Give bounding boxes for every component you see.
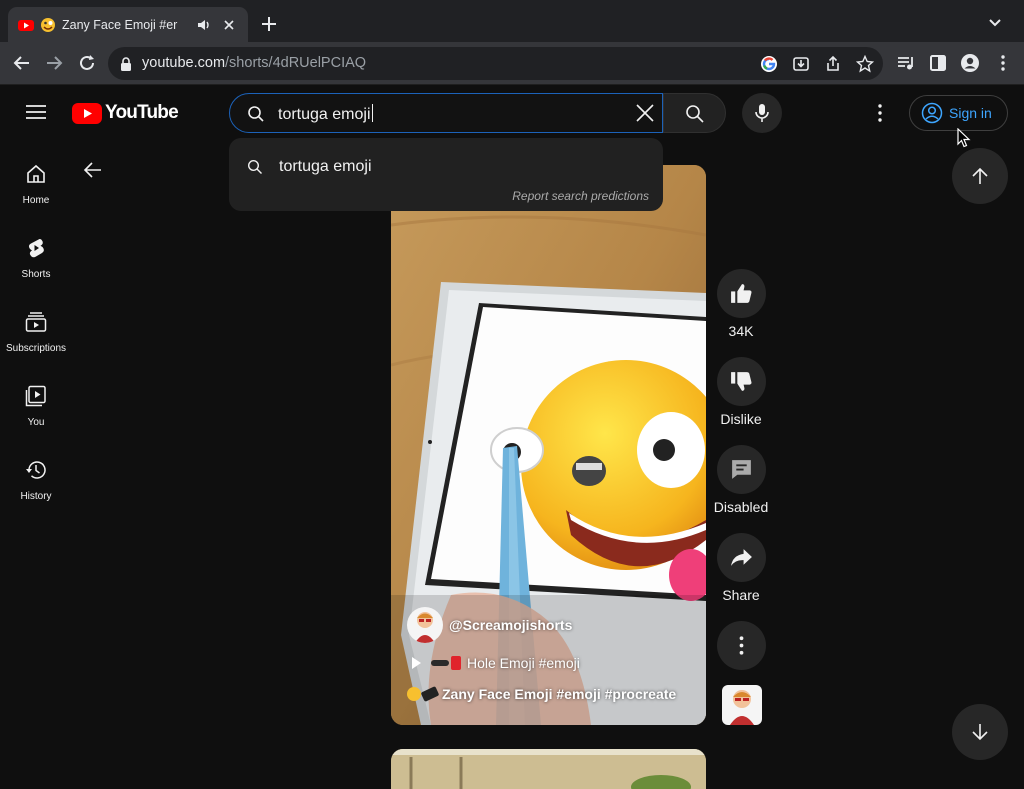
sidebar-item-label: Home [22,195,50,206]
arrow-up-icon [972,167,988,184]
sidebar-item-history[interactable]: History [0,459,72,519]
search-input-value: tortuga emoji [278,104,373,123]
forward-icon[interactable] [44,53,64,73]
report-predictions-link[interactable]: Report search predictions [512,189,649,203]
url-text: youtube.com/shorts/4dRUelPCIAQ [142,55,367,71]
short-title-text: Zany Face Emoji #emoji #procreate [442,686,677,702]
dislike-label: Dislike [720,411,762,427]
lock-icon[interactable] [120,57,132,71]
channel-avatar[interactable] [407,607,443,643]
more-actions-button[interactable] [717,621,766,670]
browser-tabstrip: Zany Face Emoji #er [0,0,1024,42]
arrow-down-icon [972,724,988,741]
sidebar-item-you[interactable]: You [0,385,72,445]
channel-name[interactable]: @Screamojishorts [449,617,572,633]
sidebar-item-label: Subscriptions [5,343,67,354]
search-icon [248,106,264,122]
browser-tab[interactable]: Zany Face Emoji #er [8,7,248,42]
clear-search-icon[interactable] [634,102,656,124]
sidebar-item-subscriptions[interactable]: Subscriptions [0,311,72,371]
audio-playing-icon[interactable] [196,17,212,33]
browser-menu-icon[interactable] [993,53,1013,73]
you-icon [25,385,46,407]
youtube-favicon-icon [18,19,34,31]
thumbs-down-icon [731,372,752,391]
next-video-frame-image [391,749,706,789]
youtube-logo[interactable]: YouTube [72,102,179,124]
sidebar-item-label: You [27,417,45,428]
suggestion-text: tortuga emoji [279,158,372,175]
comments-button[interactable] [717,445,766,494]
address-bar[interactable]: youtube.com/shorts/4dRUelPCIAQ [108,47,883,80]
history-icon [26,461,46,479]
sound-channel-thumbnail[interactable] [722,685,762,725]
share-button[interactable] [717,533,766,582]
settings-more-icon[interactable] [870,103,890,123]
bookmark-star-icon[interactable] [856,55,874,73]
sidebar-item-label: Shorts [21,269,51,280]
search-icon [247,159,262,174]
back-arrow-icon[interactable] [82,159,104,181]
previous-short-button[interactable] [952,148,1008,204]
paintbrush-emoji-icon [420,686,440,702]
avatar-icon [730,690,754,725]
playlist-link[interactable]: Hole Emoji #emoji [409,655,580,671]
hamburger-menu-icon[interactable] [26,104,46,120]
avatar-icon [415,612,435,643]
hole-emoji-icon [431,660,449,666]
search-icon [686,105,704,123]
zany-face-emoji-icon [407,687,421,701]
voice-search-button[interactable] [742,93,782,133]
new-tab-icon[interactable] [260,15,278,33]
microphone-icon [755,104,769,122]
thumbs-up-icon [731,284,752,303]
search-suggestions-dropdown: tortuga emoji Report search predictions [229,138,663,211]
short-video-player[interactable]: @Screamojishorts Hole Emoji #emoji Zany … [391,165,706,725]
mouse-cursor-icon [957,128,971,148]
google-icon[interactable] [760,55,778,73]
subscriptions-icon [25,312,47,332]
short-title: Zany Face Emoji #emoji #procreate [407,686,676,702]
tab-title: Zany Face Emoji #er [62,17,178,32]
install-app-icon[interactable] [792,55,810,73]
playlist-title: Hole Emoji #emoji [467,655,580,671]
reload-icon[interactable] [77,53,97,73]
sidebar-item-label: History [20,491,52,502]
sign-in-button[interactable]: Sign in [909,95,1008,131]
next-short-preview[interactable] [391,749,706,789]
profile-icon[interactable] [960,53,980,73]
dislike-button[interactable] [717,357,766,406]
search-input[interactable]: tortuga emoji [229,93,663,133]
zany-emoji-icon [41,17,55,32]
suggestion-item[interactable]: tortuga emoji [229,156,663,180]
shorts-icon [28,238,44,258]
account-icon [921,102,943,124]
comment-icon [732,460,751,479]
share-icon [731,549,752,566]
next-short-button[interactable] [952,704,1008,760]
home-icon [27,164,45,183]
share-label: Share [722,587,760,603]
like-button[interactable] [717,269,766,318]
channel-info[interactable]: @Screamojishorts [407,607,572,643]
media-control-icon[interactable] [896,53,916,73]
play-icon [412,657,421,669]
youtube-logo-text: YouTube [105,102,179,123]
search-button[interactable] [663,93,726,133]
tool-emoji-icon [451,656,461,670]
comments-label: Disabled [713,499,769,515]
like-count: 34K [728,323,754,339]
share-page-icon[interactable] [824,55,842,73]
youtube-header: YouTube tortuga emoji Sign in [0,85,1024,141]
more-vert-icon [739,636,744,655]
sidebar-item-shorts[interactable]: Shorts [0,237,72,297]
sign-in-label: Sign in [949,105,992,121]
browser-toolbar: youtube.com/shorts/4dRUelPCIAQ [0,42,1024,85]
close-tab-icon[interactable] [222,18,236,32]
back-icon[interactable] [12,53,32,73]
sidebar-item-home[interactable]: Home [0,163,72,223]
side-panel-icon[interactable] [928,53,948,73]
youtube-logo-icon [72,102,102,124]
chevron-down-icon[interactable] [988,17,1002,29]
